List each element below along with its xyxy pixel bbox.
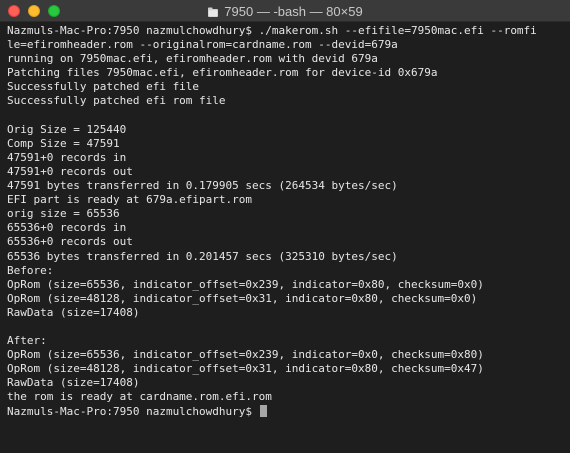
terminal-line: 47591+0 records out <box>7 164 133 178</box>
window-title-group: 7950 — -bash — 80×59 <box>0 0 570 22</box>
text-cursor <box>259 404 267 417</box>
terminal-line: Successfully patched efi file <box>7 80 200 94</box>
terminal-line: OpRom (size=65536, indicator_offset=0x23… <box>7 277 484 291</box>
terminal-line: OpRom (size=48128, indicator_offset=0x31… <box>7 291 478 305</box>
terminal-line: 47591+0 records in <box>7 150 127 164</box>
terminal-line: Before: <box>7 263 54 277</box>
terminal-line: RawData (size=17408) <box>7 376 140 390</box>
terminal-window: 7950 — -bash — 80×59 Nazmuls-Mac-Pro:795… <box>0 0 570 453</box>
terminal-line: 65536+0 records out <box>7 235 133 249</box>
terminal-output[interactable]: Nazmuls-Mac-Pro:7950 nazmulchowdhury$ ./… <box>0 22 570 453</box>
terminal-line: 65536+0 records in <box>7 221 127 235</box>
terminal-line: the rom is ready at cardname.rom.efi.rom <box>7 390 272 404</box>
window-title: 7950 — -bash — 80×59 <box>224 3 363 19</box>
shell-prompt: Nazmuls-Mac-Pro:7950 nazmulchowdhury$ <box>7 404 259 418</box>
terminal-line: le=efiromheader.rom --originalrom=cardna… <box>7 38 398 52</box>
terminal-line: Patching files 7950mac.efi, efiromheader… <box>7 66 438 80</box>
terminal-line: 65536 bytes transferred in 0.201457 secs… <box>7 249 398 263</box>
terminal-line: running on 7950mac.efi, efiromheader.rom… <box>7 52 378 66</box>
terminal-line: 47591 bytes transferred in 0.179905 secs… <box>7 179 398 193</box>
terminal-line: OpRom (size=48128, indicator_offset=0x31… <box>7 362 484 376</box>
terminal-line: Successfully patched efi rom file <box>7 94 226 108</box>
terminal-line: After: <box>7 334 47 348</box>
terminal-line: Comp Size = 47591 <box>7 136 120 150</box>
terminal-line: RawData (size=17408) <box>7 305 140 319</box>
terminal-line: Orig Size = 125440 <box>7 122 127 136</box>
terminal-line: EFI part is ready at 679a.efipart.rom <box>7 193 253 207</box>
terminal-line: OpRom (size=65536, indicator_offset=0x23… <box>7 348 484 362</box>
title-bar[interactable]: 7950 — -bash — 80×59 <box>0 0 570 22</box>
terminal-line: Nazmuls-Mac-Pro:7950 nazmulchowdhury$ ./… <box>7 24 537 37</box>
terminal-line: orig size = 65536 <box>7 207 120 221</box>
home-folder-icon <box>207 5 219 17</box>
terminal-prompt-line[interactable]: Nazmuls-Mac-Pro:7950 nazmulchowdhury$ <box>7 404 570 419</box>
